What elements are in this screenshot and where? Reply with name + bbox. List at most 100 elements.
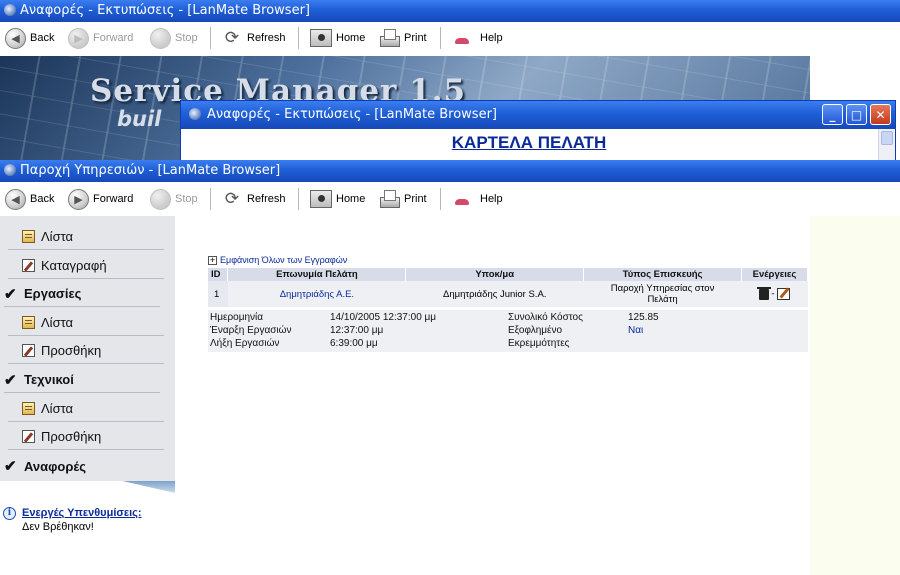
- scrollbar-thumb[interactable]: [881, 131, 893, 145]
- sidebar-menu: Λίστα Καταγραφή ✔ Εργασίες Λίστα Προσθήκ…: [0, 216, 175, 481]
- list-icon: [22, 230, 35, 243]
- sidebar-section-technicians[interactable]: ✔ Τεχνικοί: [4, 367, 160, 393]
- table-header-row: ID Επωνυμία Πελάτη Υποκ/μα Τύπος Επισκευ…: [208, 268, 809, 281]
- sidebar-item-label: Προσθήκη: [41, 429, 102, 444]
- sidebar-item-technicians-list[interactable]: Λίστα: [8, 396, 164, 422]
- toolbar-separator: [210, 27, 211, 49]
- cell-branch: Δημητριάδης Junior S.A.: [405, 281, 584, 307]
- type-line-1: Παροχή Υπηρεσίας στον: [610, 283, 715, 294]
- edit-record-icon[interactable]: [777, 288, 791, 300]
- home-button[interactable]: Home: [310, 187, 365, 211]
- home-label: Home: [336, 32, 366, 44]
- printer-icon: [378, 189, 400, 209]
- checkmark-icon: ✔: [4, 458, 17, 475]
- browser-globe-icon: [189, 108, 201, 120]
- customer-card-heading[interactable]: ΚΑΡΤΕΛΑ ΠΕΛΑΤΗ: [452, 133, 606, 152]
- sidebar-item-label: Λίστα: [41, 401, 74, 416]
- main-window-titlebar[interactable]: Παροχή Υπηρεσιών - [LanMate Browser]: [0, 160, 900, 182]
- toolbar-separator: [210, 188, 211, 210]
- date-value: 14/10/2005 12:37:00 μμ: [330, 312, 437, 323]
- sidebar-item-technicians-add[interactable]: Προσθήκη: [8, 424, 164, 450]
- printer-icon: [378, 28, 400, 48]
- help-button[interactable]: Help: [450, 26, 503, 50]
- cell-type: Παροχή Υπηρεσίας στον Πελάτη: [583, 281, 742, 307]
- toolbar-separator: [298, 27, 299, 49]
- back-window-title: Αναφορές - Εκτυπώσεις - [LanMate Browser…: [20, 3, 310, 18]
- paid-value: Ναι: [628, 325, 644, 336]
- service-records-table: ID Επωνυμία Πελάτη Υποκ/μα Τύπος Επισκευ…: [208, 268, 809, 307]
- edit-icon: [22, 259, 35, 272]
- list-icon: [22, 402, 35, 415]
- home-button[interactable]: Home: [310, 26, 365, 50]
- print-label: Print: [404, 32, 427, 44]
- close-icon[interactable]: ✕: [870, 104, 891, 125]
- column-header-type[interactable]: Τύπος Επισκευής: [583, 268, 742, 281]
- start-label: Έναρξη Εργασιών: [210, 325, 292, 336]
- refresh-button[interactable]: ⟳ Refresh: [221, 187, 286, 211]
- back-button[interactable]: ◀ Back: [5, 26, 54, 50]
- date-label: Ημερομηνία: [210, 312, 264, 323]
- end-label: Λήξη Εργασιών: [210, 338, 280, 349]
- refresh-button[interactable]: ⟳ Refresh: [221, 26, 286, 50]
- sidebar-item-label: Λίστα: [41, 229, 74, 244]
- help-icon: [450, 28, 476, 48]
- sidebar-section-label: Αναφορές: [24, 458, 87, 474]
- sidebar-section-label: Εργασίες: [24, 286, 82, 301]
- sidebar-item-tasks-list[interactable]: Λίστα: [8, 310, 164, 336]
- minimize-icon[interactable]: _: [822, 104, 843, 125]
- reminders-text: Δεν Βρέθηκαν!: [22, 521, 94, 533]
- reminders-title[interactable]: Ενεργές Υπενθυμίσεις:: [22, 507, 142, 519]
- back-arrow-icon: ◀: [5, 27, 26, 49]
- expand-plus-icon: +: [208, 254, 217, 265]
- show-all-label: Εμφάνιση Όλων των Εγγραφών: [220, 255, 348, 265]
- help-button[interactable]: Help: [450, 187, 503, 211]
- column-header-id[interactable]: ID: [208, 268, 229, 281]
- popup-titlebar[interactable]: Αναφορές - Εκτυπώσεις - [LanMate Browser…: [181, 101, 895, 129]
- banner-subtitle: buil: [117, 107, 162, 131]
- popup-body: ΚΑΡΤΕΛΑ ΠΕΛΑΤΗ: [181, 129, 877, 161]
- table-row[interactable]: 1 Δημητριάδης Α.Ε. Δημητριάδης Junior S.…: [208, 281, 808, 307]
- cell-client-link[interactable]: Δημητριάδης Α.Ε.: [227, 281, 406, 307]
- sidebar-item-label: Καταγραφή: [41, 258, 107, 273]
- maximize-icon[interactable]: □: [846, 104, 867, 125]
- popup-title: Αναφορές - Εκτυπώσεις - [LanMate Browser…: [207, 107, 497, 122]
- main-window-title: Παροχή Υπηρεσιών - [LanMate Browser]: [20, 163, 281, 178]
- toolbar-separator: [440, 27, 441, 49]
- sidebar-item-tasks-add[interactable]: Προσθήκη: [8, 338, 164, 364]
- info-icon: i: [3, 507, 16, 520]
- home-icon: [310, 29, 332, 47]
- refresh-icon: ⟳: [224, 189, 240, 208]
- forward-label: Forward: [93, 193, 134, 205]
- popup-scrollbar[interactable]: [878, 129, 895, 161]
- home-label: Home: [336, 193, 366, 205]
- sidebar-section-reports[interactable]: ✔ Αναφορές: [4, 453, 160, 479]
- delete-icon[interactable]: [756, 286, 771, 300]
- popup-window: Αναφορές - Εκτυπώσεις - [LanMate Browser…: [180, 100, 896, 162]
- stop-icon: [150, 27, 171, 49]
- print-button[interactable]: Print: [378, 26, 427, 50]
- sidebar-item-customers-list[interactable]: Λίστα: [8, 224, 164, 250]
- column-header-branch[interactable]: Υποκ/μα: [405, 268, 585, 281]
- column-header-client[interactable]: Επωνυμία Πελάτη: [227, 268, 407, 281]
- sidebar-section-tasks[interactable]: ✔ Εργασίες: [4, 281, 160, 307]
- print-button[interactable]: Print: [378, 187, 427, 211]
- back-window-titlebar[interactable]: Αναφορές - Εκτυπώσεις - [LanMate Browser…: [0, 0, 900, 22]
- help-label: Help: [480, 193, 503, 205]
- stop-button[interactable]: Stop: [150, 187, 198, 211]
- stop-icon: [150, 188, 171, 210]
- stop-button[interactable]: Stop: [150, 26, 198, 50]
- start-value: 12:37:00 μμ: [330, 325, 384, 336]
- forward-label: Forward: [93, 32, 134, 44]
- forward-button[interactable]: ▶ Forward: [68, 187, 133, 211]
- end-value: 6:39:00 μμ: [330, 338, 378, 349]
- sidebar-item-register[interactable]: Καταγραφή: [8, 253, 164, 279]
- show-all-records-link[interactable]: + Εμφάνιση Όλων των Εγγραφών: [208, 255, 347, 265]
- cost-label: Συνολικό Κόστος: [508, 312, 583, 323]
- toolbar-separator: [440, 188, 441, 210]
- main-window-toolbar: ◀ Back ▶ Forward Stop ⟳ Refresh Home Pri…: [0, 183, 900, 215]
- forward-arrow-icon: ▶: [68, 188, 89, 210]
- back-button[interactable]: ◀ Back: [5, 187, 54, 211]
- actions-separator: -: [771, 288, 775, 300]
- forward-arrow-icon: ▶: [68, 27, 89, 49]
- forward-button[interactable]: ▶ Forward: [68, 26, 133, 50]
